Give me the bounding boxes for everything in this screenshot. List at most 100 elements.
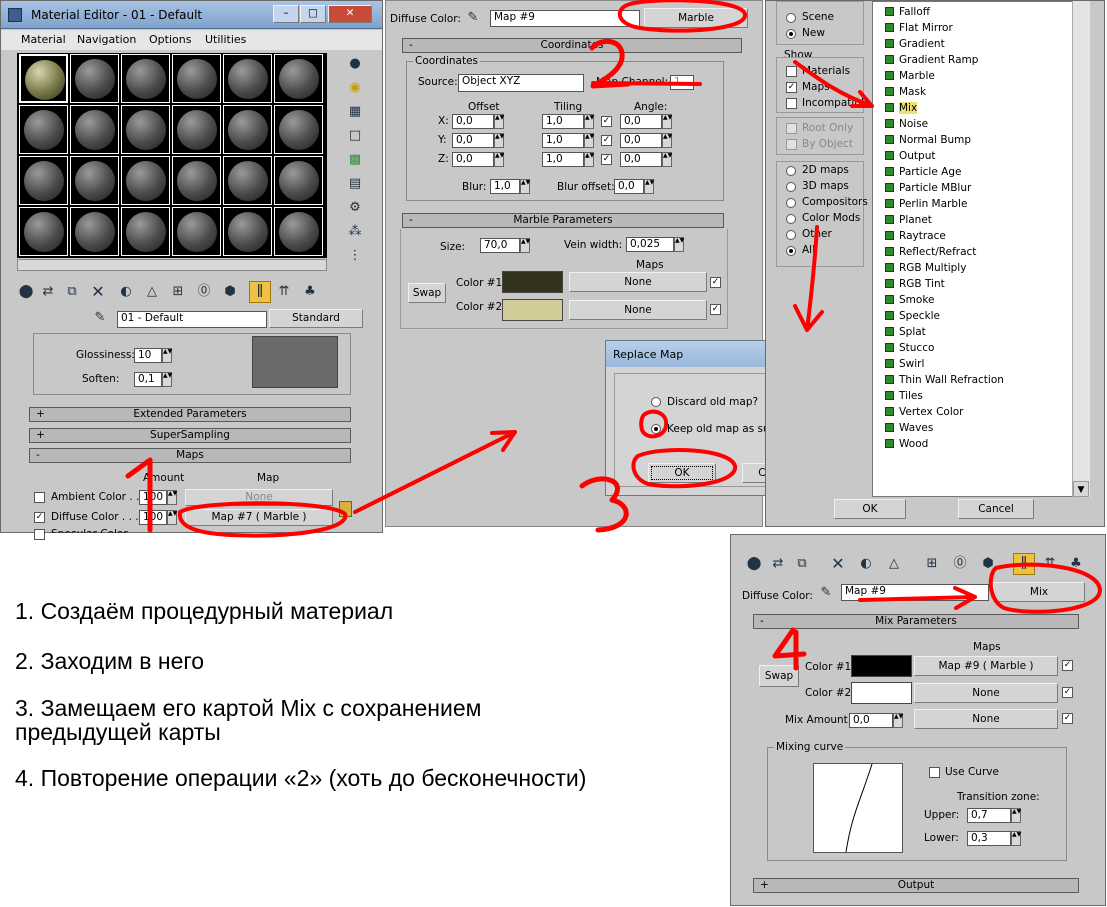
ambient-map-button[interactable]: None (185, 489, 333, 506)
angle-spinner[interactable]: ▲▼ (662, 152, 672, 167)
assign-to-selection-icon[interactable]: ⧉ (793, 555, 811, 573)
offset-spinner[interactable]: ▲▼ (494, 114, 504, 129)
go-forward-sibling-icon[interactable]: ♣ (1067, 555, 1085, 573)
diffuse-amount[interactable]: 100 (139, 510, 167, 525)
put-to-scene-icon[interactable]: ⇄ (39, 283, 57, 301)
maximize-button[interactable]: □ (300, 5, 326, 23)
eyedropper-icon[interactable]: ✎ (91, 309, 109, 327)
sample-slot[interactable] (70, 207, 119, 256)
use-curve-checkbox[interactable] (929, 767, 940, 778)
sample-slot[interactable] (19, 54, 68, 103)
tiling-input[interactable]: 1,0 (542, 133, 584, 148)
sample-slot[interactable] (19, 156, 68, 205)
options-icon[interactable]: ⚙ (346, 199, 364, 217)
soften-input[interactable]: 0,1 (134, 372, 162, 387)
map-list-item[interactable]: Smoke (885, 292, 934, 308)
map-list-item[interactable]: Vertex Color (885, 404, 964, 420)
map-list-item[interactable]: Particle MBlur (885, 180, 971, 196)
tiling-spinner[interactable]: ▲▼ (584, 152, 594, 167)
menu-navigation[interactable]: Navigation (77, 33, 136, 46)
map-list-item[interactable]: Noise (885, 116, 928, 132)
map-list-item[interactable]: Reflect/Refract (885, 244, 976, 260)
extended-parameters-rollout[interactable]: + Extended Parameters (29, 407, 351, 422)
specular-checkbox[interactable] (34, 529, 45, 540)
menu-utilities[interactable]: Utilities (205, 33, 246, 46)
category-radio[interactable] (786, 182, 796, 192)
backlight-icon[interactable]: ◉ (346, 79, 364, 97)
source-dropdown[interactable]: Object XYZ (458, 74, 584, 92)
tiling-input[interactable]: 1,0 (542, 152, 584, 167)
go-to-parent-icon[interactable]: ⇈ (1041, 555, 1059, 573)
tiling-spinner[interactable]: ▲▼ (584, 133, 594, 148)
browser-cancel-button[interactable]: Cancel (958, 499, 1034, 519)
map-list-item[interactable]: Output (885, 148, 935, 164)
map-list-item[interactable]: Mask (885, 84, 926, 100)
reset-map-icon[interactable]: ✕ (829, 555, 847, 573)
upper-spinner[interactable]: ▲▼ (1011, 808, 1021, 823)
tile-checkbox[interactable]: ✓ (601, 116, 612, 127)
map-list-item[interactable]: Wood (885, 436, 928, 452)
soften-spinner[interactable]: ▲▼ (162, 372, 172, 387)
angle-input[interactable]: 0,0 (620, 152, 662, 167)
marble-parameters-rollout[interactable]: - Marble Parameters (402, 213, 724, 228)
color2-map-button[interactable]: None (914, 683, 1058, 703)
map-list-item[interactable]: Splat (885, 324, 926, 340)
browser-ok-button[interactable]: OK (834, 499, 906, 519)
offset-input[interactable]: 0,0 (452, 152, 494, 167)
angle-spinner[interactable]: ▲▼ (662, 133, 672, 148)
material-navigator-icon[interactable]: ⋮ (346, 247, 364, 265)
material-id-icon[interactable]: ⓪ (951, 555, 969, 573)
sample-slot[interactable] (223, 156, 272, 205)
category-radio[interactable] (786, 230, 796, 240)
menu-options[interactable]: Options (149, 33, 191, 46)
diffuse-map-button[interactable]: Map #7 ( Marble ) (185, 509, 333, 526)
sample-slot[interactable] (223, 54, 272, 103)
map-list-scrollbar[interactable] (1072, 1, 1090, 497)
get-material-icon[interactable]: ⬤ (745, 555, 763, 573)
sample-slot[interactable] (121, 156, 170, 205)
offset-input[interactable]: 0,0 (452, 133, 494, 148)
copy-material-icon[interactable]: ◐ (857, 555, 875, 573)
color2-map-checkbox[interactable]: ✓ (1062, 687, 1073, 698)
sample-slot[interactable] (70, 156, 119, 205)
sample-slot[interactable] (274, 207, 323, 256)
sample-type-icon[interactable]: ● (346, 55, 364, 73)
show-end-result-icon[interactable]: ǁ (249, 281, 271, 303)
show-checkbox[interactable]: ✓ (786, 82, 797, 93)
lower-input[interactable]: 0,3 (967, 831, 1011, 846)
blur-input[interactable]: 1,0 (490, 179, 520, 194)
sample-slot[interactable] (274, 54, 323, 103)
map-list-item[interactable]: Gradient (885, 36, 945, 52)
map-name-input[interactable]: Map #9 (841, 584, 989, 601)
glossiness-spinner[interactable]: ▲▼ (162, 348, 172, 363)
output-rollout[interactable]: + Output (753, 878, 1079, 893)
tile-checkbox[interactable]: ✓ (601, 135, 612, 146)
sample-slot[interactable] (19, 105, 68, 154)
category-radio[interactable] (786, 198, 796, 208)
assign-to-selection-icon[interactable]: ⧉ (63, 283, 81, 301)
map-list-item[interactable]: Swirl (885, 356, 924, 372)
dialog-ok-button[interactable]: OK (648, 463, 716, 483)
glossiness-input[interactable]: 10 (134, 348, 162, 363)
make-preview-icon[interactable]: ▤ (346, 175, 364, 193)
minimize-button[interactable]: – (273, 5, 299, 23)
map-list-item[interactable]: Raytrace (885, 228, 946, 244)
ambient-amount[interactable]: 100 (139, 490, 167, 505)
upper-input[interactable]: 0,7 (967, 808, 1011, 823)
supersampling-rollout[interactable]: + SuperSampling (29, 428, 351, 443)
mix-amount-input[interactable]: 0,0 (849, 713, 893, 728)
put-to-scene-icon[interactable]: ⇄ (769, 555, 787, 573)
sample-slot[interactable] (172, 54, 221, 103)
go-forward-sibling-icon[interactable]: ♣ (301, 283, 319, 301)
sample-slot[interactable] (223, 207, 272, 256)
map-list-item[interactable]: Speckle (885, 308, 940, 324)
map-type-button[interactable]: Marble (644, 8, 748, 28)
horizontal-scrollbar[interactable] (17, 259, 327, 271)
category-radio[interactable] (786, 214, 796, 224)
keep-old-map-radio[interactable] (651, 424, 661, 434)
video-color-icon[interactable]: ▩ (346, 151, 364, 169)
discard-old-map-radio[interactable] (651, 397, 661, 407)
menu-material[interactable]: Material (21, 33, 66, 46)
sample-slot[interactable] (70, 105, 119, 154)
sample-uv-icon[interactable]: □ (346, 127, 364, 145)
